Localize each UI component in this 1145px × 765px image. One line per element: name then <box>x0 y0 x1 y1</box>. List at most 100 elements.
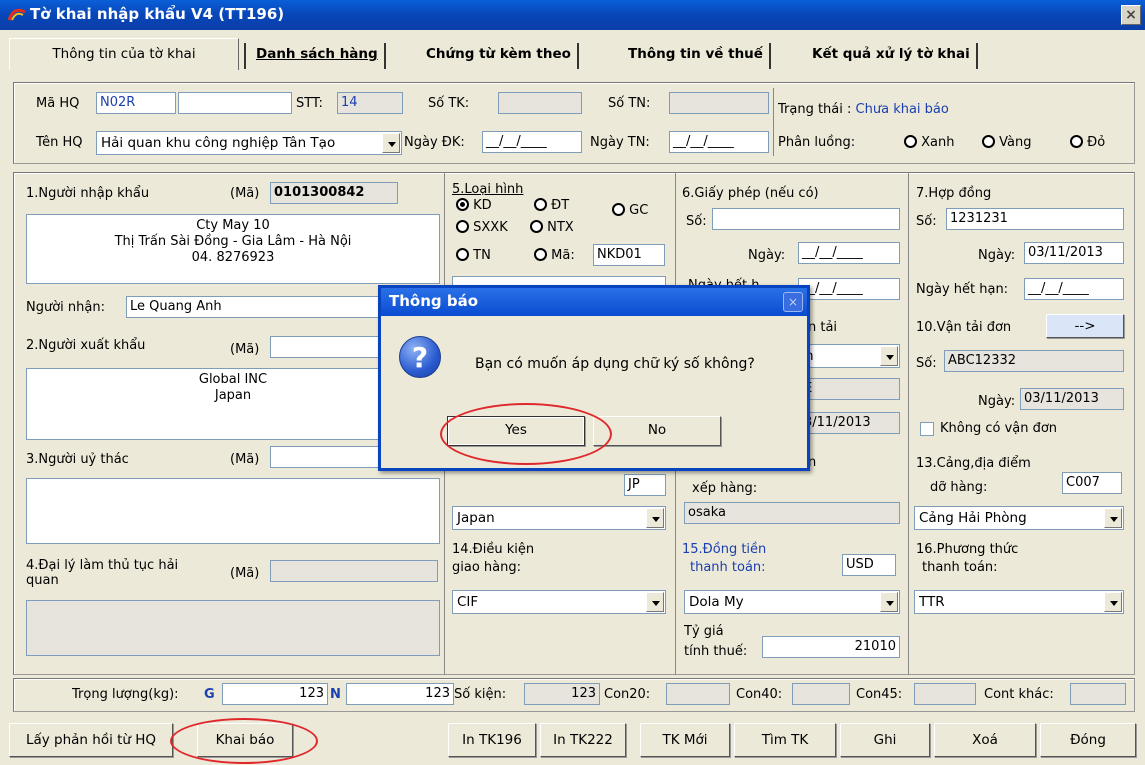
ghi-button[interactable]: Ghi <box>840 723 930 757</box>
khong-co-van-don-label: Không có vận đơn <box>940 421 1058 436</box>
phuong-thuc-select[interactable]: TTR <box>914 590 1124 614</box>
hop-dong-ngay-het-input[interactable]: __/__/____ <box>1024 278 1124 300</box>
tab-divider <box>244 43 246 69</box>
luong-xanh-radio[interactable]: Xanh <box>904 135 955 150</box>
cont-khac-input <box>1070 683 1126 705</box>
ngay-dk-label: Ngày ĐK: <box>404 135 465 150</box>
importer-line3: 04. 8276923 <box>191 250 275 265</box>
ten-hq-select[interactable]: Hải quan khu công nghiệp Tân Tạo <box>96 131 402 155</box>
dong-tien-label-1: 15.Đồng tiền <box>682 542 767 557</box>
van-tai-e-input: E <box>800 378 900 400</box>
trong-luong-label: Trọng lượng(kg): <box>72 687 179 702</box>
n-weight-input[interactable]: 123 <box>346 683 454 705</box>
loai-sxxk-radio[interactable]: SXXK <box>456 220 508 235</box>
van-tai-don-ngay-label: Ngày: <box>978 394 1016 409</box>
tab-thong-tin-thue[interactable]: Thông tin về thuế <box>622 43 771 69</box>
loai-dt-radio[interactable]: ĐT <box>534 198 569 213</box>
hop-dong-so-input[interactable]: 1231231 <box>946 208 1124 230</box>
window-close-button[interactable]: × <box>1121 5 1141 25</box>
loai-kd-radio[interactable]: KD <box>456 198 492 213</box>
ma-hq-input[interactable]: N02R <box>96 92 176 114</box>
khai-bao-highlight <box>170 718 318 764</box>
nguoi-nhan-label: Người nhận: <box>26 300 105 315</box>
importer-label: 1.Người nhập khẩu <box>26 186 150 201</box>
importer-address-box[interactable]: Cty May 10 Thị Trấn Sài Đồng - Gia Lâm -… <box>26 214 440 284</box>
agent-ma-label: (Mã) <box>230 566 260 581</box>
dong-tien-select[interactable]: Dola My <box>684 590 900 614</box>
no-button[interactable]: No <box>593 416 721 446</box>
loai-ntx-radio[interactable]: NTX <box>530 220 574 235</box>
tim-tk-button[interactable]: Tìm TK <box>734 723 836 757</box>
van-tai-date-input: 3/11/2013 <box>800 412 900 434</box>
tab-chung-tu[interactable]: Chứng từ kèm theo <box>420 43 579 69</box>
loai-ma-radio[interactable]: Mã: <box>534 248 575 263</box>
phan-luong-label: Phân luồng: <box>778 135 856 150</box>
giay-phep-ngay-het-input[interactable]: __/__/____ <box>798 278 900 300</box>
con45-label: Con45: <box>856 687 903 702</box>
luong-do-radio[interactable]: Đỏ <box>1070 135 1105 150</box>
ngay-dk-input[interactable]: __/__/____ <box>482 131 582 153</box>
tab-ket-qua[interactable]: Kết quả xử lý tờ khai <box>806 43 978 69</box>
trustor-address-box[interactable] <box>26 478 440 544</box>
loai-hinh-ma-input[interactable]: NKD01 <box>593 244 665 266</box>
ty-gia-label-1: Tỷ giá <box>684 624 724 639</box>
hop-dong-ngay-het-label: Ngày hết hạn: <box>916 282 1009 297</box>
luong-vang-radio[interactable]: Vàng <box>982 135 1031 150</box>
g-weight-input[interactable]: 123 <box>222 683 328 705</box>
stt-label: STT: <box>296 96 323 111</box>
exporter-ma-input[interactable] <box>270 336 380 358</box>
divider <box>908 172 909 675</box>
chevron-down-icon <box>382 133 400 153</box>
dong-button[interactable]: Đóng <box>1040 723 1136 757</box>
xoa-button[interactable]: Xoá <box>934 723 1036 757</box>
dieu-kien-select[interactable]: CIF <box>452 590 666 614</box>
app-logo-icon <box>8 8 26 21</box>
con20-input <box>666 683 730 705</box>
tab-thong-tin[interactable]: Thông tin của tờ khai <box>9 38 239 70</box>
hop-dong-label: 7.Hợp đồng <box>916 186 992 201</box>
ty-gia-input[interactable]: 21010 <box>762 636 900 658</box>
agent-ma-input <box>270 560 438 582</box>
van-tai-select[interactable]: n <box>800 344 900 368</box>
giay-phep-so-label: Số: <box>686 214 707 229</box>
giay-phep-so-input[interactable] <box>712 208 900 230</box>
loai-tn-radio[interactable]: TN <box>456 248 491 263</box>
dialog-close-button[interactable]: × <box>783 292 803 312</box>
lay-phan-hoi-button[interactable]: Lấy phản hồi từ HQ <box>9 723 173 757</box>
tk-moi-button[interactable]: TK Mới <box>640 723 730 757</box>
dialog-title: Thông báo <box>389 292 479 310</box>
exporter-ma-label: (Mã) <box>230 342 260 357</box>
nguoi-nhan-input[interactable]: Le Quang Anh <box>126 296 382 318</box>
so-kien-label: Số kiện: <box>454 687 507 702</box>
hop-dong-ngay-input[interactable]: 03/11/2013 <box>1024 242 1124 264</box>
cang-do-select[interactable]: Cảng Hải Phòng <box>914 506 1124 530</box>
ma-hq-label: Mã HQ <box>36 96 80 111</box>
ngay-tn-input[interactable]: __/__/____ <box>669 131 769 153</box>
in-tk222-button[interactable]: In TK222 <box>540 723 626 757</box>
tab-danh-sach-hang[interactable]: Danh sách hàng <box>250 43 386 69</box>
cang-do-code-input[interactable]: C007 <box>1062 472 1122 494</box>
trustor-label: 3.Người uỷ thác <box>26 452 129 467</box>
khong-co-van-don-checkbox[interactable] <box>920 422 934 436</box>
giay-phep-ngay-input[interactable]: __/__/____ <box>798 242 900 264</box>
cang-do-label-2: dỡ hàng: <box>930 480 988 495</box>
nuoc-xk-select[interactable]: Japan <box>452 506 666 530</box>
loai-gc-radio[interactable]: GC <box>612 203 648 218</box>
van-tai-don-arrow-button[interactable]: --> <box>1046 314 1124 338</box>
dong-tien-code-input[interactable]: USD <box>842 554 896 576</box>
ten-hq-label: Tên HQ <box>36 135 83 150</box>
trustor-ma-label: (Mã) <box>230 452 260 467</box>
hop-dong-so-label: Số: <box>916 214 937 229</box>
in-tk196-button[interactable]: In TK196 <box>448 723 536 757</box>
yes-highlight <box>440 403 612 465</box>
ma-hq-extra-input[interactable] <box>178 92 292 114</box>
chevron-down-icon <box>1104 508 1122 528</box>
importer-ma-input: 0101300842 <box>270 182 398 204</box>
nuoc-xk-code-input[interactable]: JP <box>624 474 666 496</box>
giay-phep-label: 6.Giấy phép (nếu có) <box>682 186 819 201</box>
agent-label: 4.Đại lý làm thủ tục hải quan <box>26 558 179 588</box>
trustor-ma-input[interactable] <box>270 446 380 468</box>
so-tk-input <box>498 92 582 114</box>
cang-do-label-1: 13.Cảng,địa điểm <box>916 456 1031 471</box>
trang-thai-value: Chưa khai báo <box>855 102 949 117</box>
